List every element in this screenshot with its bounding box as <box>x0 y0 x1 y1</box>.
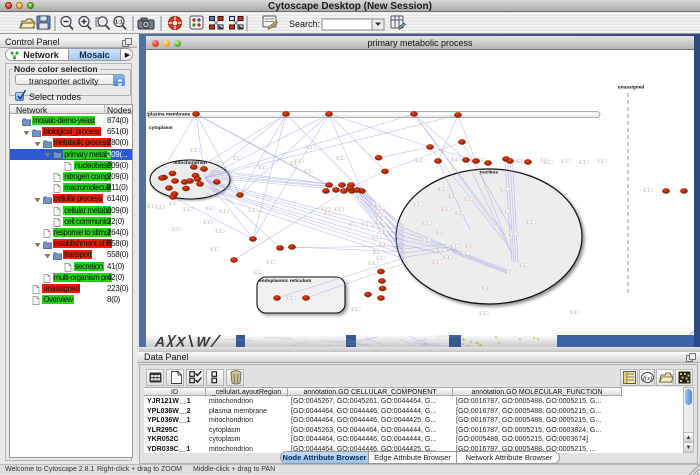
svg-text:[···]: [···] <box>438 248 443 252</box>
svg-text:[···]: [···] <box>184 207 189 211</box>
svg-text:[···]: [···] <box>287 296 292 300</box>
svg-text:[···]: [···] <box>414 202 419 206</box>
svg-text:[···]: [···] <box>480 311 485 315</box>
svg-text:[···]: [···] <box>204 220 209 224</box>
svg-text:[···]: [···] <box>376 220 381 224</box>
svg-text:[···]: [···] <box>437 230 442 234</box>
svg-text:[···]: [···] <box>377 256 382 260</box>
svg-text:[···]: [···] <box>644 188 649 192</box>
svg-text:[···]: [···] <box>517 159 522 163</box>
svg-text:[···]: [···] <box>371 202 376 206</box>
svg-text:[···]: [···] <box>148 204 153 208</box>
svg-text:[···]: [···] <box>191 148 196 152</box>
svg-text:[···]: [···] <box>527 220 532 224</box>
svg-text:[···]: [···] <box>259 165 264 169</box>
svg-text:[···]: [···] <box>211 247 216 251</box>
svg-text:[···]: [···] <box>377 213 382 217</box>
svg-text:[···]: [···] <box>374 250 379 254</box>
svg-text:endoplasmic reticulum: endoplasmic reticulum <box>259 278 311 284</box>
svg-text:[···]: [···] <box>442 207 447 211</box>
svg-text:[···]: [···] <box>234 156 239 160</box>
svg-text:[···]: [···] <box>562 159 567 163</box>
svg-text:[···]: [···] <box>439 187 444 191</box>
svg-text:[···]: [···] <box>422 238 427 242</box>
svg-text:A╳X╲W╱: A╳X╲W╱ <box>153 335 223 347</box>
svg-text:[···]: [···] <box>379 228 384 232</box>
svg-text:mitochondrion: mitochondrion <box>173 160 207 166</box>
svg-text:[···]: [···] <box>416 158 421 162</box>
svg-text:[···]: [···] <box>423 221 428 225</box>
svg-text:[···]: [···] <box>337 156 342 160</box>
svg-text:[···]: [···] <box>352 307 357 311</box>
svg-text:[···]: [···] <box>598 159 603 163</box>
svg-text:cytoplasm: cytoplasm <box>149 125 173 131</box>
svg-text:[···]: [···] <box>461 251 466 255</box>
svg-text:[···]: [···] <box>501 209 506 213</box>
svg-text:[···]: [···] <box>156 205 161 209</box>
svg-text:[···]: [···] <box>305 169 310 173</box>
svg-text:[···]: [···] <box>220 209 225 213</box>
svg-text:[···]: [···] <box>541 158 546 162</box>
svg-text:[···]: [···] <box>363 222 368 226</box>
svg-text:f(x): f(x) <box>643 375 652 382</box>
svg-text:[···]: [···] <box>380 242 385 246</box>
svg-text:[···]: [···] <box>325 211 330 215</box>
svg-text:[···]: [···] <box>452 157 457 161</box>
svg-text:[···]: [···] <box>465 197 470 201</box>
svg-text:plasma membrane: plasma membrane <box>148 112 190 118</box>
svg-text:[···]: [···] <box>449 194 454 198</box>
svg-text:Search:: Search: <box>289 19 320 29</box>
svg-text:[···]: [···] <box>373 235 378 239</box>
svg-text:[···]: [···] <box>206 206 211 210</box>
svg-text:[···]: [···] <box>580 160 585 164</box>
svg-text:[···]: [···] <box>173 227 178 231</box>
svg-text:[···]: [···] <box>373 224 378 228</box>
svg-text:[···]: [···] <box>267 260 272 264</box>
svg-text:unassigned: unassigned <box>618 85 645 91</box>
svg-text:[···]: [···] <box>170 201 175 205</box>
svg-text:[···]: [···] <box>506 270 511 274</box>
svg-text:[···]: [···] <box>466 244 471 248</box>
svg-text:[···]: [···] <box>335 207 340 211</box>
svg-text:[···]: [···] <box>501 187 506 191</box>
svg-text:[···]: [···] <box>254 270 259 274</box>
svg-text:[···]: [···] <box>520 263 525 267</box>
svg-text:[···]: [···] <box>483 286 488 290</box>
svg-text:[···]: [···] <box>433 260 438 264</box>
svg-text:[···]: [···] <box>451 244 456 248</box>
svg-text:[···]: [···] <box>350 222 355 226</box>
svg-text:nucleus: nucleus <box>480 170 498 176</box>
svg-text:[···]: [···] <box>369 261 374 265</box>
svg-text:[···]: [···] <box>509 232 514 236</box>
svg-text:1:1: 1:1 <box>115 20 123 26</box>
svg-text:[···]: [···] <box>216 229 221 233</box>
svg-text:[···]: [···] <box>571 310 576 314</box>
svg-text:[···]: [···] <box>249 208 254 212</box>
svg-text:[···]: [···] <box>456 211 461 215</box>
svg-text:[···]: [···] <box>295 159 300 163</box>
svg-text:[···]: [···] <box>307 145 312 149</box>
svg-text:[···]: [···] <box>444 255 449 259</box>
